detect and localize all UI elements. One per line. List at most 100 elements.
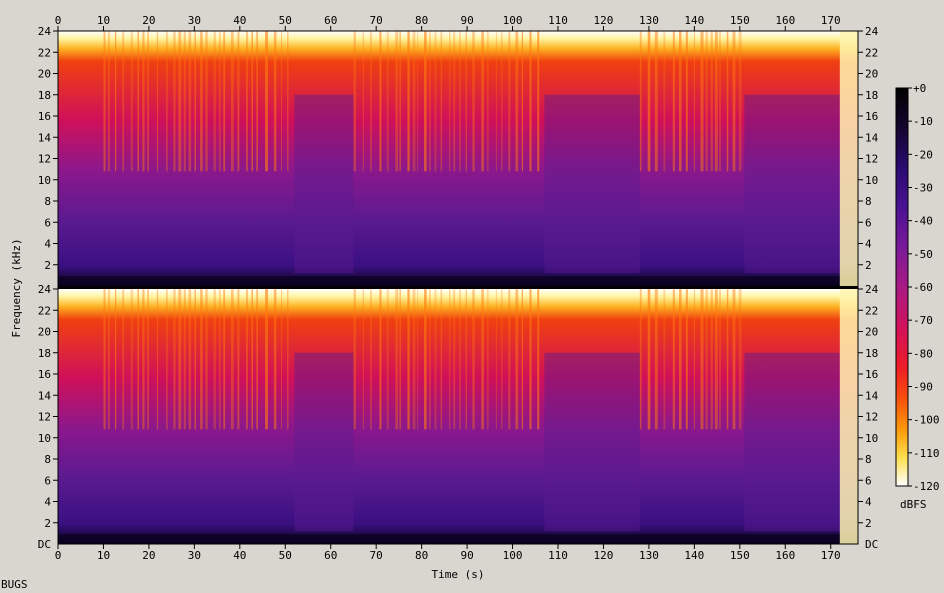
activity-streak — [218, 31, 221, 172]
activity-streak — [273, 31, 277, 172]
colorbar-tick-label: -110 — [913, 447, 940, 460]
y-tick-label: 6 — [865, 474, 872, 487]
colorbar-tick-label: +0 — [913, 82, 926, 95]
activity-streak — [407, 31, 410, 172]
x-tick-label: 90 — [460, 14, 473, 27]
activity-streak — [487, 289, 489, 430]
activity-streak — [213, 289, 216, 430]
x-tick-label: 160 — [775, 14, 795, 27]
x-tick-label: 30 — [188, 14, 201, 27]
x-tick-label: 120 — [594, 549, 614, 562]
activity-streak — [453, 31, 456, 172]
activity-streak — [407, 289, 410, 430]
quiet-section — [744, 352, 840, 532]
activity-streak — [281, 31, 282, 172]
activity-streak — [726, 289, 729, 430]
activity-streak — [108, 31, 110, 172]
activity-streak — [472, 31, 475, 172]
activity-streak — [237, 289, 240, 430]
y-tick-label: 10 — [38, 174, 51, 187]
activity-streak — [230, 289, 234, 430]
channel-1-background — [58, 31, 858, 286]
colorbar-tick-label: -100 — [913, 414, 940, 427]
activity-streak — [465, 31, 467, 172]
colorbar-tick-label: -120 — [913, 480, 940, 493]
x-tick-label: 100 — [503, 549, 523, 562]
x-tick-label: 130 — [639, 549, 659, 562]
activity-streak — [183, 289, 186, 430]
x-tick-label: 60 — [324, 14, 337, 27]
activity-streak — [223, 289, 226, 430]
y-tick-label: 4 — [865, 496, 872, 509]
activity-streak — [521, 31, 523, 172]
y-tick-label: 20 — [38, 68, 51, 81]
activity-streak — [481, 31, 484, 172]
y-tick-label: 12 — [38, 153, 51, 166]
activity-streak — [663, 289, 666, 430]
colorbar-label: dBFS — [900, 498, 927, 511]
quiet-section — [744, 94, 840, 274]
activity-streak — [205, 31, 208, 172]
activity-streak — [122, 289, 125, 430]
activity-streak — [287, 289, 289, 430]
activity-streak — [173, 289, 176, 430]
activity-streak — [122, 31, 125, 172]
x-tick-label: 40 — [233, 549, 246, 562]
x-tick-label: 170 — [821, 14, 841, 27]
activity-streak — [685, 31, 688, 172]
activity-streak — [417, 31, 419, 172]
activity-streak — [508, 289, 511, 430]
activity-streak — [487, 31, 489, 172]
y-tick-label: 4 — [44, 238, 51, 251]
activity-streak — [379, 289, 382, 430]
activity-streak — [710, 289, 713, 430]
activity-streak — [399, 31, 401, 172]
activity-streak — [434, 31, 437, 172]
activity-streak — [353, 289, 356, 430]
x-tick-label: 50 — [279, 549, 292, 562]
activity-streak — [108, 289, 110, 430]
x-tick-label: 150 — [730, 14, 750, 27]
x-tick-label: 60 — [324, 549, 337, 562]
activity-streak — [137, 289, 139, 430]
y-tick-label: 16 — [38, 368, 51, 381]
activity-streak — [200, 31, 203, 172]
activity-streak — [719, 31, 721, 172]
x-tick-label: 160 — [775, 549, 795, 562]
y-tick-label: 10 — [865, 432, 878, 445]
activity-streak — [529, 289, 532, 430]
x-tick-label: 40 — [233, 14, 246, 27]
activity-streak — [147, 289, 149, 430]
y-tick-label: 24 — [865, 283, 879, 296]
activity-streak — [732, 289, 736, 430]
x-tick-label: 140 — [684, 14, 704, 27]
y-tick-label: 2 — [44, 517, 51, 530]
activity-streak — [434, 289, 437, 430]
y-tick-label: 6 — [44, 216, 51, 229]
y-tick-label: 14 — [38, 131, 52, 144]
y-tick-label: 24 — [38, 283, 52, 296]
activity-streak — [412, 289, 416, 430]
activity-streak — [529, 31, 532, 172]
activity-streak — [130, 31, 133, 172]
y-tick-label: 18 — [865, 347, 878, 360]
low-frequency-band — [58, 276, 858, 286]
x-tick-label: 90 — [460, 549, 473, 562]
activity-streak — [428, 289, 431, 430]
x-tick-label: 80 — [415, 549, 428, 562]
activity-streak — [395, 289, 399, 430]
y-tick-label: 16 — [865, 110, 878, 123]
y-tick-label: 20 — [38, 326, 51, 339]
activity-streak — [472, 289, 475, 430]
activity-streak — [353, 31, 356, 172]
activity-streak — [147, 31, 149, 172]
x-axis-label: Time (s) — [432, 568, 485, 581]
activity-streak — [188, 31, 192, 172]
activity-streak — [515, 289, 519, 430]
activity-streak — [738, 289, 742, 430]
activity-streak — [218, 289, 221, 430]
activity-streak — [287, 31, 289, 172]
activity-streak — [647, 289, 651, 430]
activity-streak — [714, 289, 718, 430]
colorbar — [895, 87, 909, 487]
